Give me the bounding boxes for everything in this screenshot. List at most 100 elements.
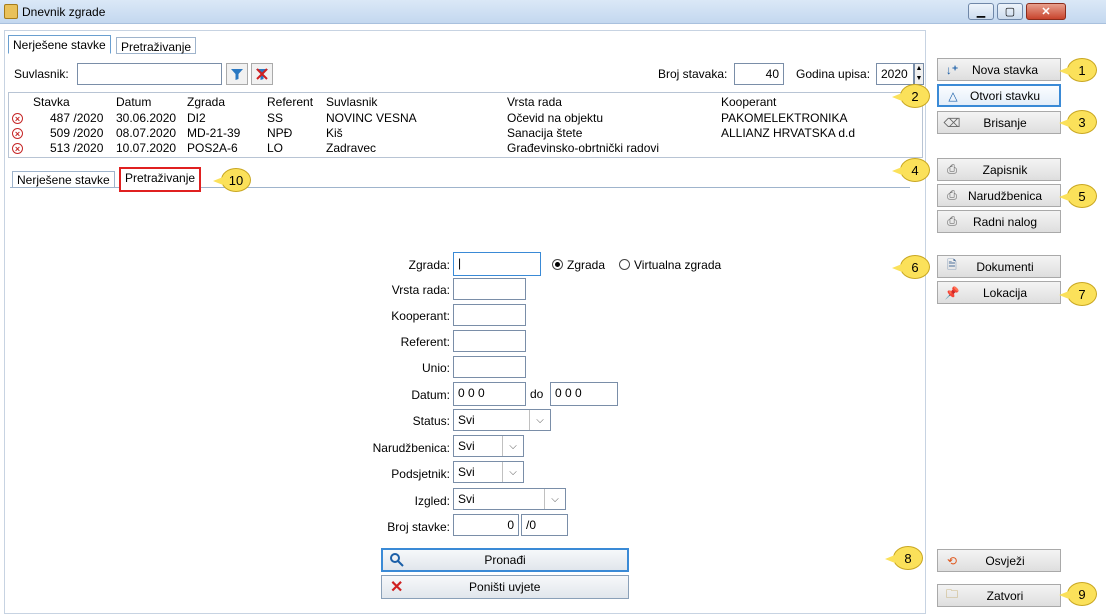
callout-10: 10	[213, 168, 251, 192]
tab-nerjesene-stavke[interactable]: Nerješene stavke	[8, 35, 111, 54]
datum-from-input[interactable]: 0 0 0	[453, 382, 526, 406]
otvori-stavku-button[interactable]: △ Otvori stavku	[937, 84, 1061, 107]
table-cell[interactable]: Kiš	[326, 126, 343, 140]
godina-spinner[interactable]: ▲ ▼	[914, 63, 924, 85]
col-header-stavka[interactable]: Stavka	[33, 95, 70, 109]
broj-stavke-input[interactable]: 0	[453, 514, 519, 536]
minimize-button[interactable]: ▁	[968, 3, 994, 20]
table-cell[interactable]: 487 /2020	[50, 111, 103, 125]
table-cell[interactable]: NPĐ	[267, 126, 292, 140]
table-cell[interactable]: NOVINC VESNA	[326, 111, 417, 125]
brisanje-button[interactable]: ⌫ Brisanje	[937, 111, 1061, 134]
radni-nalog-button[interactable]: ⎙ Radni nalog	[937, 210, 1061, 233]
printer-icon: ⎙	[947, 188, 957, 202]
datum-label: Datum:	[411, 388, 450, 402]
broj-stavaka-label: Broj stavaka:	[658, 67, 728, 81]
nova-stavka-button[interactable]: ↓⁺ Nova stavka	[937, 58, 1061, 81]
table-cell[interactable]: LO	[267, 141, 283, 155]
clear-filter-icon	[256, 68, 268, 80]
ponisti-uvjete-button[interactable]: ✕ Poništi uvjete	[381, 575, 629, 599]
status-error-icon: ×	[12, 113, 23, 124]
kooperant-input[interactable]	[453, 304, 526, 326]
triangle-icon: △	[948, 88, 958, 103]
zatvori-button[interactable]: 🗀 Zatvori	[937, 584, 1061, 607]
referent-label: Referent:	[400, 335, 450, 349]
table-cell[interactable]: POS2A-6	[187, 141, 238, 155]
suvlasnik-input[interactable]	[77, 63, 222, 85]
broj-stavke-label: Broj stavke:	[387, 520, 450, 534]
referent-input[interactable]	[453, 330, 526, 352]
podsjetnik-select[interactable]: Svi ⌵	[453, 461, 524, 483]
printer-icon: ⎙	[947, 214, 957, 228]
document-icon: 🗎	[947, 258, 957, 272]
callout-3: 3	[1059, 110, 1097, 134]
broj-stavke-year-input[interactable]: /0	[521, 514, 568, 536]
zapisnik-button[interactable]: ⎙ Zapisnik	[937, 158, 1061, 181]
table-cell[interactable]: 509 /2020	[50, 126, 103, 140]
radio-virtualna-zgrada[interactable]	[619, 259, 630, 270]
narudzbenica-button[interactable]: ⎙ Narudžbenica	[937, 184, 1061, 207]
pronadi-label: Pronađi	[484, 553, 526, 567]
status-select[interactable]: Svi ⌵	[453, 409, 551, 431]
table-cell[interactable]: SS	[267, 111, 283, 125]
zgrada-label: Zgrada:	[408, 258, 450, 272]
close-button[interactable]: ✕	[1026, 3, 1066, 20]
col-header-zgrada[interactable]: Zgrada	[187, 95, 225, 109]
izgled-select[interactable]: Svi ⌵	[453, 488, 566, 510]
table-cell[interactable]: Očevid na objektu	[507, 111, 603, 125]
eraser-icon: ⌫	[943, 115, 961, 130]
zapisnik-label: Zapisnik	[982, 162, 1028, 177]
callout-2: 2	[892, 84, 930, 108]
unio-input[interactable]	[453, 356, 526, 378]
kooperant-label: Kooperant:	[391, 309, 450, 323]
status-error-icon: ×	[12, 128, 23, 139]
col-header-datum[interactable]: Datum	[116, 95, 151, 109]
tab-pretrazivanje[interactable]: Pretraživanje	[116, 37, 197, 54]
col-header-suvlasnik[interactable]: Suvlasnik	[326, 95, 377, 109]
lokacija-button[interactable]: 📌 Lokacija	[937, 281, 1061, 304]
table-cell[interactable]: 513 /2020	[50, 141, 103, 155]
vrsta-rada-input[interactable]	[453, 278, 526, 300]
table-cell[interactable]: 08.07.2020	[116, 126, 176, 140]
folder-icon: 🗀	[945, 587, 958, 601]
radio-virtualna-label: Virtualna zgrada	[634, 258, 722, 272]
godina-upisa-field[interactable]: 2020	[876, 63, 914, 85]
maximize-button[interactable]: ▢	[997, 3, 1023, 20]
inner-tab-pretrazivanje[interactable]: Pretraživanje	[119, 167, 202, 192]
table-cell[interactable]: Građevinsko-obrtnički radovi	[507, 141, 659, 155]
table-cell[interactable]: 10.07.2020	[116, 141, 176, 155]
do-label: do	[530, 387, 544, 401]
table-cell[interactable]: Zadravec	[326, 141, 376, 155]
col-header-vrsta-rada[interactable]: Vrsta rada	[507, 95, 562, 109]
table-cell[interactable]: Sanacija štete	[507, 126, 582, 140]
table-cell[interactable]: ALLIANZ HRVATSKA d.d	[721, 126, 855, 140]
clear-filter-button[interactable]	[251, 63, 273, 85]
table-cell[interactable]: DI2	[187, 111, 206, 125]
osvjezi-button[interactable]: ⟲ Osvježi	[937, 549, 1061, 572]
inner-tab-nerjesene-stavke[interactable]: Nerješene stavke	[12, 171, 115, 188]
status-select-value: Svi	[458, 413, 475, 427]
col-header-referent[interactable]: Referent	[267, 95, 313, 109]
table-cell[interactable]: MD-21-39	[187, 126, 240, 140]
radio-zgrada[interactable]	[552, 259, 563, 270]
table-cell[interactable]: PAKOMELEKTRONIKA	[721, 111, 847, 125]
dokumenti-button[interactable]: 🗎 Dokumenti	[937, 255, 1061, 278]
narudzbenica-select[interactable]: Svi ⌵	[453, 435, 524, 457]
col-header-kooperant[interactable]: Kooperant	[721, 95, 776, 109]
datum-to-input[interactable]: 0 0 0	[550, 382, 618, 406]
chevron-down-icon: ⌵	[502, 436, 523, 456]
lokacija-label: Lokacija	[982, 285, 1028, 300]
zgrada-input[interactable]: |	[453, 252, 541, 276]
izgled-label: Izgled:	[414, 494, 450, 508]
pronadi-button[interactable]: Pronađi	[381, 548, 629, 572]
otvori-stavku-label: Otvori stavku	[969, 88, 1041, 103]
narudzbenica-select-value: Svi	[458, 439, 475, 453]
table-cell[interactable]: 30.06.2020	[116, 111, 176, 125]
filter-icon	[231, 69, 243, 80]
callout-1: 1	[1059, 58, 1097, 82]
callout-6: 6	[892, 255, 930, 279]
status-label: Status:	[412, 414, 450, 428]
filter-button[interactable]	[226, 63, 248, 85]
unio-label: Unio:	[421, 361, 450, 375]
chevron-down-icon: ⌵	[502, 462, 523, 482]
